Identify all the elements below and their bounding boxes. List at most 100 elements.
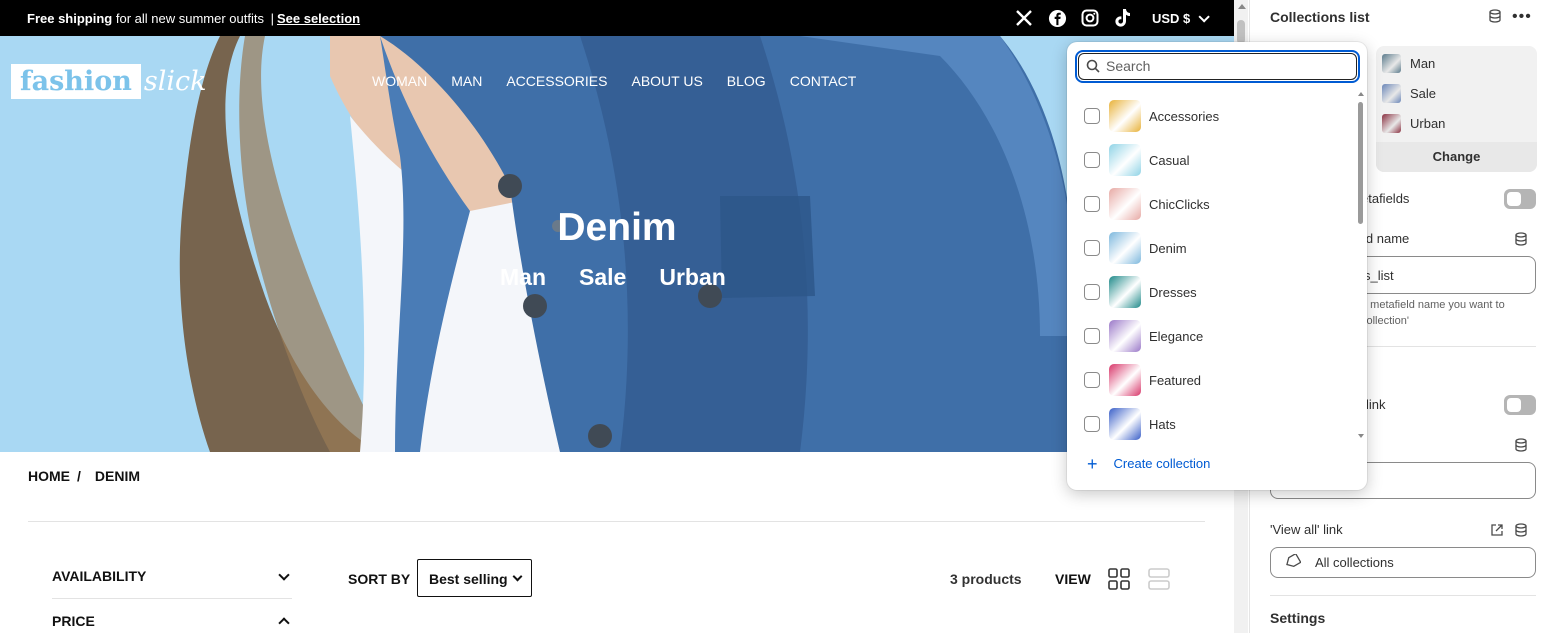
create-collection-button[interactable]: + Create collection	[1087, 455, 1211, 473]
collection-option[interactable]: Hats	[1067, 402, 1357, 446]
search-input[interactable]	[1106, 58, 1346, 74]
preview-scroll-thumb[interactable]	[1237, 20, 1245, 44]
breadcrumb: HOME / DENIM	[28, 468, 140, 484]
database-icon[interactable]	[1514, 232, 1528, 246]
sort-select-value: Best selling	[429, 571, 508, 587]
checkbox[interactable]	[1084, 108, 1100, 124]
database-icon[interactable]	[1514, 523, 1528, 537]
change-button[interactable]: Change	[1376, 142, 1537, 172]
collection-option[interactable]: Casual	[1067, 138, 1357, 182]
scroll-down-arrow-icon[interactable]	[1358, 434, 1364, 438]
chevron-down-icon	[1198, 11, 1211, 23]
nav-blog[interactable]: BLOG	[727, 73, 766, 89]
collection-option-label: Casual	[1149, 152, 1190, 168]
breadcrumb-home[interactable]: HOME	[28, 468, 70, 484]
nav-accessories[interactable]: ACCESSORIES	[506, 73, 607, 89]
chevron-down-icon	[512, 571, 523, 582]
checkbox[interactable]	[1084, 240, 1100, 256]
database-icon[interactable]	[1488, 9, 1502, 23]
filter-price[interactable]: PRICE	[52, 613, 292, 631]
nav-about-us[interactable]: ABOUT US	[631, 73, 702, 89]
breadcrumb-separator: /	[77, 468, 81, 484]
announcement-message: Free shipping for all new summer outfits…	[27, 11, 360, 26]
metafields-toggle-label: etafields	[1361, 191, 1410, 206]
help-text: collection'	[1361, 315, 1409, 327]
filter-price-label: PRICE	[52, 613, 95, 629]
link-toggle-label: link	[1366, 397, 1386, 412]
external-link-icon[interactable]	[1490, 523, 1504, 537]
tag-icon	[1285, 552, 1302, 571]
collection-option[interactable]: Elegance	[1067, 314, 1357, 358]
collection-option-label: Denim	[1149, 240, 1187, 256]
tiktok-icon[interactable]	[1113, 8, 1133, 28]
collection-option-label: Dresses	[1149, 284, 1197, 300]
product-count: 3 products	[950, 571, 1022, 587]
collection-option[interactable]: Featured	[1067, 358, 1357, 402]
collection-picker-popover: Accessories Casual ChicClicks Denim Dres…	[1067, 42, 1367, 490]
collection-option-label: Elegance	[1149, 328, 1204, 344]
sort-by-label: SORT BY	[348, 571, 411, 587]
sort-select[interactable]: Best selling	[417, 559, 532, 597]
x-icon[interactable]	[1014, 8, 1034, 28]
checkbox[interactable]	[1084, 372, 1100, 388]
scroll-up-arrow-icon[interactable]	[1358, 92, 1364, 96]
filter-availability-label: AVAILABILITY	[52, 568, 147, 584]
popover-scrollbar[interactable]	[1358, 102, 1363, 224]
currency-selector[interactable]: USD $	[1152, 11, 1211, 26]
collection-option[interactable]: Dresses	[1067, 270, 1357, 314]
nav-man[interactable]: MAN	[451, 73, 482, 89]
checkbox[interactable]	[1084, 152, 1100, 168]
collection-thumbnail	[1109, 276, 1141, 308]
checkbox[interactable]	[1084, 416, 1100, 432]
instagram-icon[interactable]	[1080, 8, 1100, 28]
create-collection-label: Create collection	[1113, 456, 1211, 471]
checkbox[interactable]	[1084, 284, 1100, 300]
view-label: VIEW	[1055, 571, 1091, 587]
collection-option[interactable]: ChicClicks	[1067, 182, 1357, 226]
see-selection-link[interactable]: See selection	[277, 11, 360, 26]
hero-title: Denim	[557, 206, 677, 249]
main-nav: WOMAN MAN ACCESSORIES ABOUT US BLOG CONT…	[372, 73, 856, 89]
filter-availability[interactable]: AVAILABILITY	[52, 568, 292, 586]
collection-option[interactable]: Accessories	[1067, 94, 1357, 138]
hero-link-man[interactable]: Man	[500, 264, 546, 291]
selected-collection-label: Urban	[1410, 115, 1446, 131]
search-icon	[1086, 59, 1100, 73]
nav-woman[interactable]: WOMAN	[372, 73, 427, 89]
announcement-bold: Free shipping	[27, 11, 113, 26]
collection-option[interactable]: Denim	[1067, 226, 1357, 270]
currency-label: USD $	[1152, 11, 1191, 26]
nav-contact[interactable]: CONTACT	[790, 73, 857, 89]
logo-slick-text: slick	[143, 65, 207, 97]
hero-link-urban[interactable]: Urban	[659, 264, 725, 291]
selected-collection-label: Man	[1410, 55, 1436, 71]
chevron-down-icon	[278, 569, 290, 581]
selected-collection-label: Sale	[1410, 85, 1437, 101]
view-all-link-button[interactable]: All collections	[1270, 547, 1536, 578]
hero-link-sale[interactable]: Sale	[579, 264, 626, 291]
panel-title: Collections list	[1270, 9, 1370, 25]
store-logo[interactable]: fashion slick	[11, 63, 206, 99]
selected-collection-item: Sale	[1382, 83, 1436, 103]
link-toggle[interactable]	[1504, 395, 1536, 415]
selected-collection-item: Urban	[1382, 113, 1445, 133]
checkbox[interactable]	[1084, 328, 1100, 344]
search-field[interactable]	[1075, 50, 1360, 83]
metafield-name-value: s_list	[1364, 268, 1394, 283]
collection-thumbnail	[1109, 232, 1141, 264]
collection-thumbnail	[1382, 113, 1401, 133]
list-view-icon[interactable]	[1148, 568, 1170, 595]
metafields-toggle[interactable]	[1504, 189, 1536, 209]
more-options-icon[interactable]: •••	[1512, 8, 1532, 26]
collection-thumbnail	[1109, 100, 1141, 132]
facebook-icon[interactable]	[1047, 8, 1067, 28]
grid-view-icon[interactable]	[1108, 568, 1130, 595]
collection-option-label: Accessories	[1149, 108, 1220, 124]
view-all-link-value: All collections	[1315, 555, 1394, 570]
checkbox[interactable]	[1084, 196, 1100, 212]
collection-thumbnail	[1109, 188, 1141, 220]
database-icon[interactable]	[1514, 438, 1528, 452]
store-preview: Free shipping for all new summer outfits…	[0, 0, 1234, 633]
collection-thumbnail	[1109, 320, 1141, 352]
scroll-up-arrow-icon[interactable]	[1238, 4, 1246, 9]
